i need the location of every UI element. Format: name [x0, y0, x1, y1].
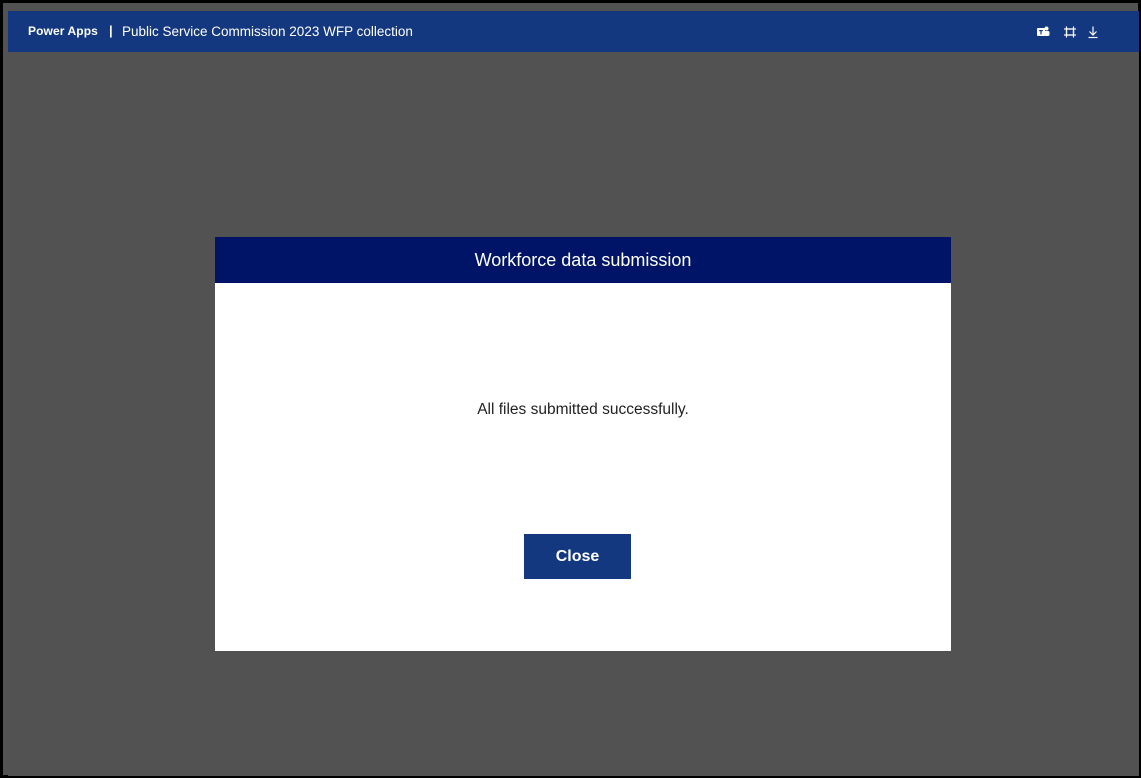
download-icon[interactable]: [1085, 24, 1101, 40]
teams-icon[interactable]: [1035, 24, 1051, 40]
power-apps-header-bar: Power Apps | Public Service Commission 2…: [8, 11, 1139, 52]
title-separator: |: [109, 23, 113, 38]
dialog-message: All files submitted successfully.: [477, 401, 689, 418]
submission-dialog: Workforce data submission All files subm…: [215, 237, 951, 651]
dialog-title: Workforce data submission: [474, 249, 692, 270]
app-title: Public Service Commission 2023 WFP colle…: [122, 24, 413, 39]
fit-to-window-icon[interactable]: [1062, 24, 1078, 40]
brand-label: Power Apps: [28, 24, 98, 38]
close-button[interactable]: Close: [524, 534, 631, 579]
dialog-header: Workforce data submission: [215, 237, 951, 283]
